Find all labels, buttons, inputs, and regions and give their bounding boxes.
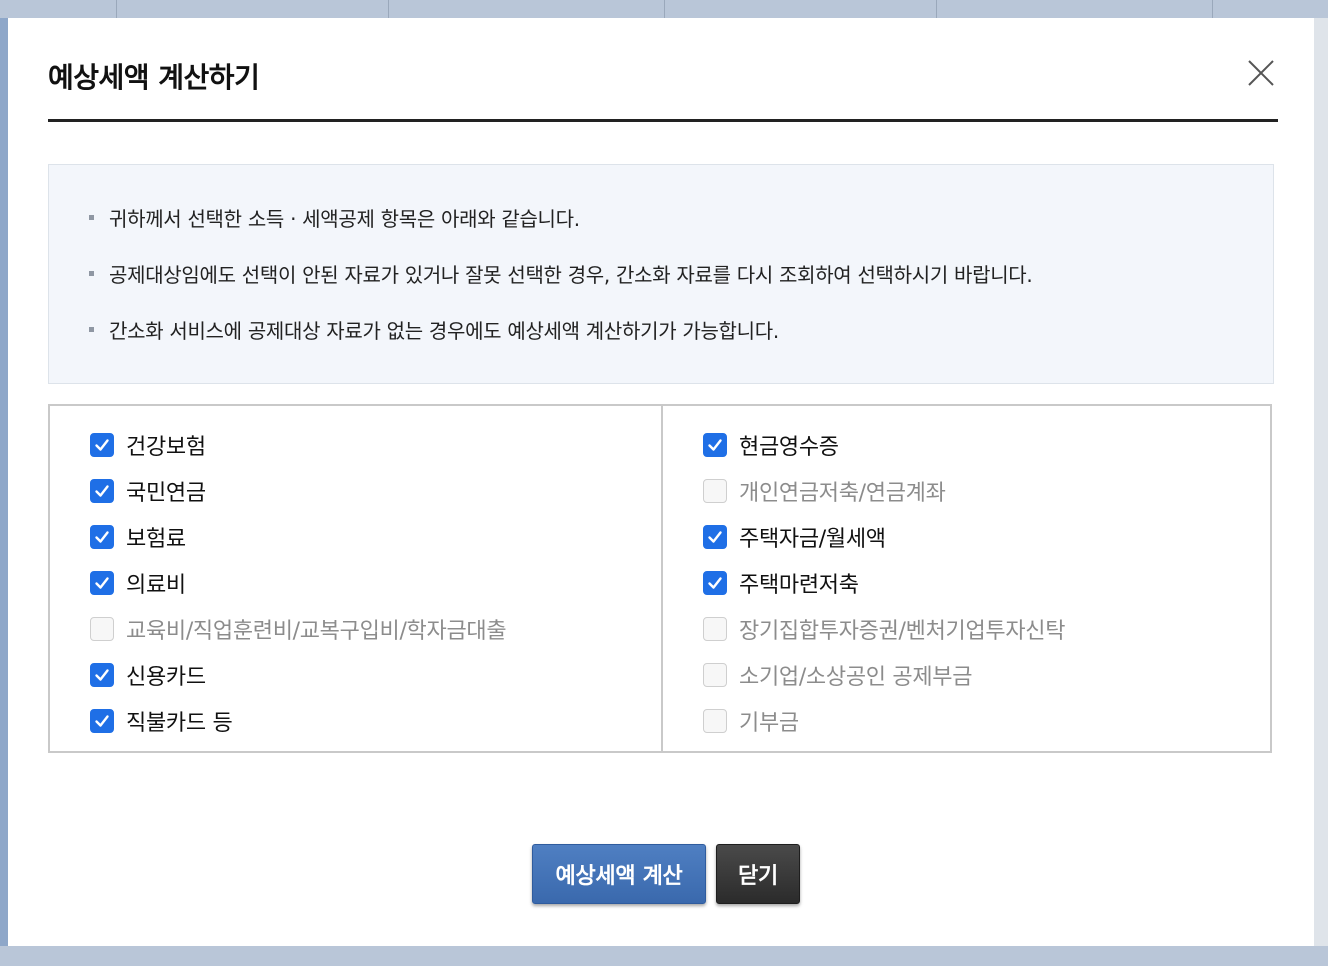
checkbox-row[interactable]: 신용카드 [90,660,206,690]
checkbox-row[interactable]: 기부금 [703,706,799,736]
calculate-tax-button[interactable]: 예상세액 계산 [532,844,706,904]
background-page-bottom [0,946,1328,966]
close-button[interactable]: 닫기 [716,844,800,904]
checkbox-row[interactable]: 직불카드 등 [90,706,233,736]
modal-title: 예상세액 계산하기 [48,61,260,94]
checkbox-unchecked[interactable] [703,617,727,641]
checkbox-label: 기부금 [739,711,799,736]
checkbox-unchecked[interactable] [90,617,114,641]
checkbox-label: 교육비/직업훈련비/교복구입비/학자금대출 [126,619,507,644]
checkbox-label: 국민연금 [126,481,206,506]
check-icon [95,715,109,727]
checkbox-checked[interactable] [90,525,114,549]
check-icon [95,669,109,681]
checkbox-checked[interactable] [703,525,727,549]
info-item: 귀하께서 선택한 소득 · 세액공제 항목은 아래와 같습니다. [89,203,580,232]
background-cell [388,0,663,18]
check-icon [95,577,109,589]
checkbox-label: 건강보험 [126,435,206,460]
checkbox-checked[interactable] [90,479,114,503]
checkbox-unchecked[interactable] [703,663,727,687]
info-box: 귀하께서 선택한 소득 · 세액공제 항목은 아래와 같습니다. 공제대상임에도… [48,164,1274,384]
checkbox-checked[interactable] [90,709,114,733]
check-icon [708,439,722,451]
checkbox-row[interactable]: 건강보험 [90,430,206,460]
checkbox-label: 주택마련저축 [739,573,859,598]
checkbox-row[interactable]: 교육비/직업훈련비/교복구입비/학자금대출 [90,614,507,644]
checkbox-label: 소기업/소상공인 공제부금 [739,665,973,690]
checkbox-label: 장기집합투자증권/벤처기업투자신탁 [739,619,1066,644]
checkbox-unchecked[interactable] [703,479,727,503]
check-icon [95,531,109,543]
check-icon [95,485,109,497]
checkbox-row[interactable]: 주택마련저축 [703,568,859,598]
checkbox-row[interactable]: 보험료 [90,522,186,552]
check-icon [708,531,722,543]
checkbox-label: 직불카드 등 [126,711,233,736]
deduction-items-table: 건강보험국민연금보험료의료비교육비/직업훈련비/교복구입비/학자금대출신용카드직… [48,404,1272,753]
background-cell [1212,0,1313,18]
checkbox-row[interactable]: 개인연금저축/연금계좌 [703,476,946,506]
close-icon[interactable] [1246,58,1276,88]
info-item: 간소화 서비스에 공제대상 자료가 없는 경우에도 예상세액 계산하기가 가능합… [89,315,779,344]
checkbox-row[interactable]: 국민연금 [90,476,206,506]
checkbox-label: 개인연금저축/연금계좌 [739,481,946,506]
checkbox-row[interactable]: 소기업/소상공인 공제부금 [703,660,972,690]
checkbox-label: 의료비 [126,573,186,598]
checkbox-label: 보험료 [126,527,186,552]
checkbox-label: 현금영수증 [739,435,839,460]
info-item: 공제대상임에도 선택이 안된 자료가 있거나 잘못 선택한 경우, 간소화 자료… [89,259,1033,288]
modal-header: 예상세액 계산하기 [48,18,1278,122]
bullet-icon [89,271,94,276]
background-cell [936,0,1211,18]
checkbox-checked[interactable] [703,433,727,457]
background-cell [116,0,387,18]
bullet-icon [89,327,94,332]
checkbox-row[interactable]: 의료비 [90,568,186,598]
checkbox-label: 신용카드 [126,665,206,690]
checkbox-checked[interactable] [90,571,114,595]
checkbox-row[interactable]: 주택자금/월세액 [703,522,886,552]
checkbox-checked[interactable] [90,433,114,457]
check-icon [95,439,109,451]
checkbox-row[interactable]: 현금영수증 [703,430,839,460]
checkbox-checked[interactable] [90,663,114,687]
background-cell [664,0,935,18]
background-page-right [1314,18,1328,946]
checkbox-unchecked[interactable] [703,709,727,733]
checkbox-label: 주택자금/월세액 [739,527,886,552]
check-icon [708,577,722,589]
estimated-tax-modal: 예상세액 계산하기 귀하께서 선택한 소득 · 세액공제 항목은 아래와 같습니… [8,18,1314,946]
background-page-strip [0,0,1328,18]
checkbox-checked[interactable] [703,571,727,595]
deduction-column-left: 건강보험국민연금보험료의료비교육비/직업훈련비/교복구입비/학자금대출신용카드직… [50,406,663,751]
bullet-icon [89,215,94,220]
checkbox-row[interactable]: 장기집합투자증권/벤처기업투자신탁 [703,614,1065,644]
deduction-column-right: 현금영수증개인연금저축/연금계좌주택자금/월세액주택마련저축장기집합투자증권/벤… [663,406,1270,751]
